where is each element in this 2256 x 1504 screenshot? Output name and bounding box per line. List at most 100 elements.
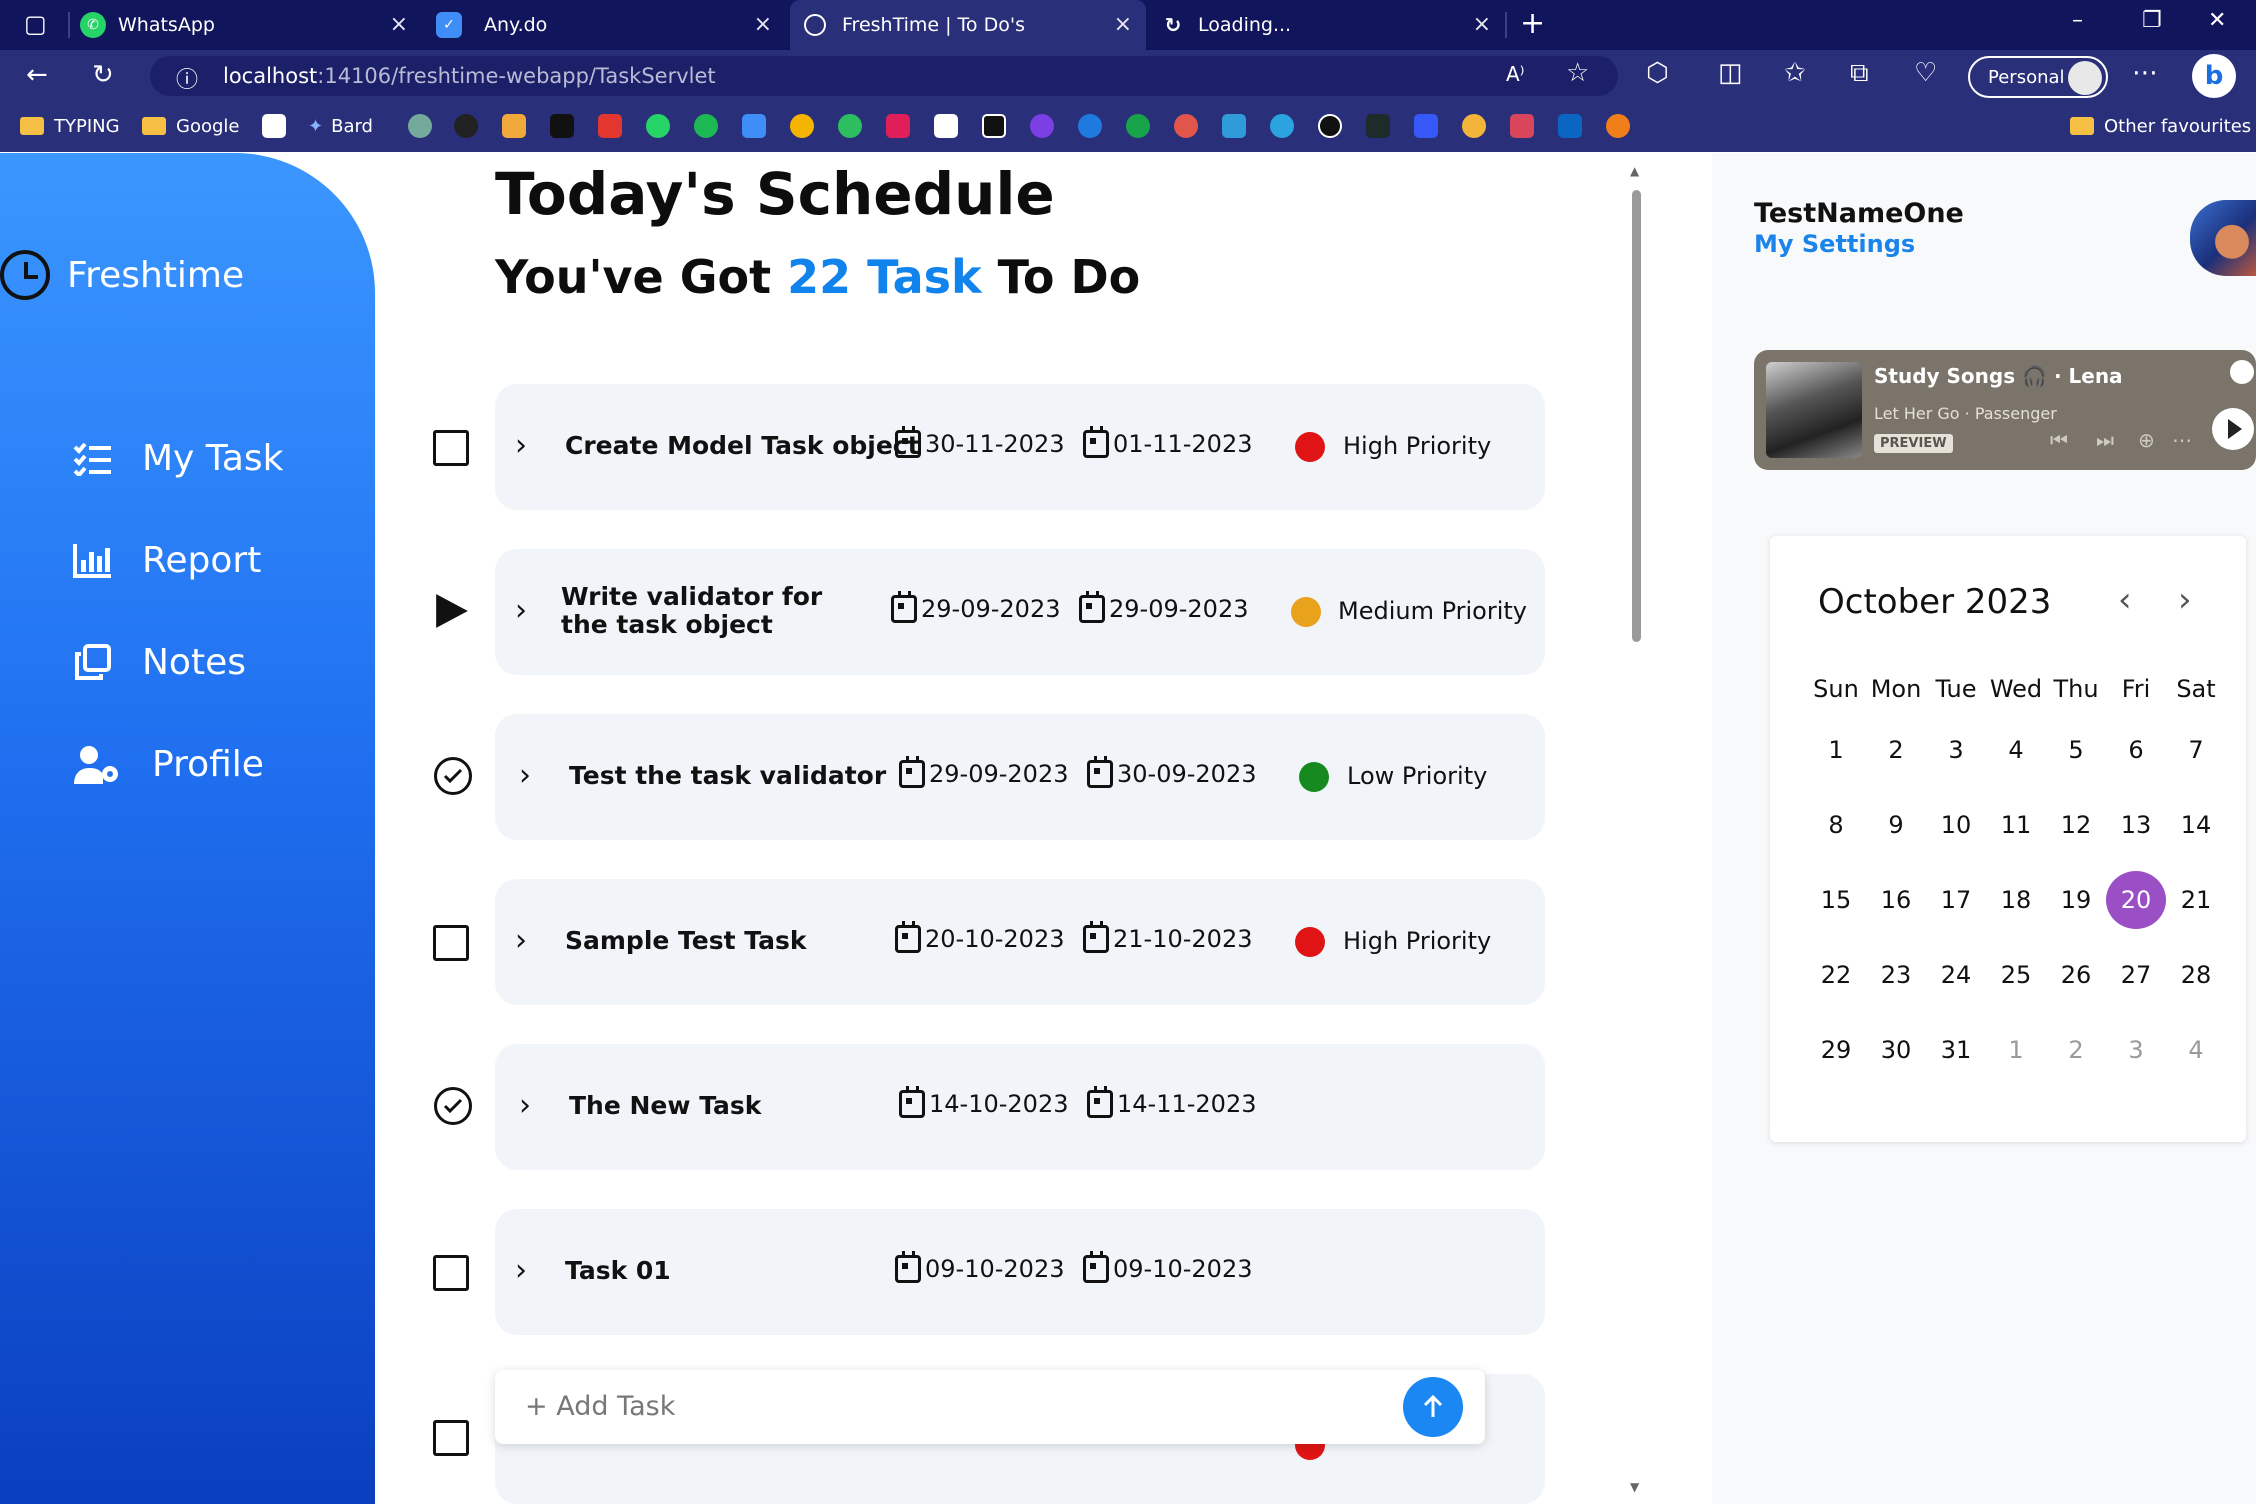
url-text[interactable]: localhost:14106/freshtime-webapp/TaskSer…: [223, 64, 716, 88]
calendar-day[interactable]: 23: [1866, 946, 1926, 1004]
bookmark-other-favourites[interactable]: Other favourites: [2070, 112, 2251, 140]
chevron-right-icon[interactable]: ›: [515, 1253, 527, 1288]
sidebar-item-my-task[interactable]: My Task: [72, 438, 284, 479]
scrollbar-thumb[interactable]: [1632, 190, 1641, 642]
playlist-title[interactable]: Study Songs 🎧 · Lena: [1874, 364, 2123, 388]
calendar-day[interactable]: 9: [1866, 796, 1926, 854]
track-info[interactable]: Let Her Go · Passenger: [1874, 404, 2057, 423]
calendar-day[interactable]: 4: [1986, 721, 2046, 779]
sun-app-icon[interactable]: [1606, 114, 1630, 138]
notion-icon[interactable]: [934, 114, 958, 138]
close-icon[interactable]: ×: [390, 12, 408, 37]
calendar-day[interactable]: 15: [1806, 871, 1866, 929]
brand[interactable]: Freshtime: [0, 250, 244, 300]
calendar-day[interactable]: 28: [2166, 946, 2226, 1004]
task-card[interactable]: › Sample Test Task 20-10-2023 21-10-2023…: [495, 879, 1545, 1005]
copilot-icon[interactable]: b: [2192, 54, 2236, 98]
c-app-icon[interactable]: [1078, 114, 1102, 138]
chevron-right-icon[interactable]: ›: [519, 758, 531, 793]
calendar-day-next-month[interactable]: 1: [1986, 1021, 2046, 1079]
calendar-day-next-month[interactable]: 3: [2106, 1021, 2166, 1079]
main-scrollbar[interactable]: ▲ ▼: [1628, 160, 1644, 1504]
chevron-left-icon[interactable]: ‹: [2118, 580, 2132, 620]
next-track-icon[interactable]: ⏭: [2096, 428, 2114, 452]
calendar-day-next-month[interactable]: 2: [2046, 1021, 2106, 1079]
minimize-icon[interactable]: –: [2072, 8, 2083, 33]
calendar-day[interactable]: 29: [1806, 1021, 1866, 1079]
calendar-day[interactable]: 14: [2166, 796, 2226, 854]
extensions-icon[interactable]: ⬡: [1646, 58, 1669, 88]
calendar-bookmark-icon[interactable]: [262, 114, 286, 138]
telegram-icon[interactable]: [1270, 114, 1294, 138]
spotify-bookmark-icon[interactable]: [694, 114, 718, 138]
calendar-day-today[interactable]: 20: [2106, 870, 2166, 929]
emoji-app-icon[interactable]: [1462, 114, 1486, 138]
chevron-right-icon[interactable]: ›: [515, 923, 527, 958]
multi-color-app-icon[interactable]: [1510, 114, 1534, 138]
close-icon[interactable]: ×: [1114, 12, 1132, 37]
task-done-toggle[interactable]: [434, 757, 472, 795]
calendar-day[interactable]: 27: [2106, 946, 2166, 1004]
bookmark-google[interactable]: Google: [142, 112, 239, 140]
task-checkbox[interactable]: [433, 430, 469, 466]
linkedin-icon[interactable]: [1558, 114, 1582, 138]
calendar-day[interactable]: 10: [1926, 796, 1986, 854]
green-app-icon[interactable]: [1126, 114, 1150, 138]
calendar-day[interactable]: 22: [1806, 946, 1866, 1004]
calendar-day[interactable]: 3: [1926, 721, 1986, 779]
task-card[interactable]: › Create Model Task object 30-11-2023 01…: [495, 384, 1545, 510]
calendar-day[interactable]: 30: [1866, 1021, 1926, 1079]
new-tab-icon[interactable]: +: [1520, 6, 1545, 41]
add-task-input[interactable]: [525, 1386, 1325, 1426]
task-card[interactable]: › Task 01 09-10-2023 09-10-2023: [495, 1209, 1545, 1335]
site-info-icon[interactable]: ⓘ: [176, 62, 198, 94]
read-aloud-icon[interactable]: A⁾: [1506, 62, 1525, 86]
chevron-right-icon[interactable]: ›: [2178, 580, 2192, 620]
calendar-day[interactable]: 18: [1986, 871, 2046, 929]
tab-anydo[interactable]: ✓ Any.do ×: [436, 0, 786, 50]
calendar-day[interactable]: 17: [1926, 871, 1986, 929]
my-settings-link[interactable]: My Settings: [1754, 230, 1915, 258]
spotify-embed[interactable]: Study Songs 🎧 · Lena Let Her Go · Passen…: [1754, 350, 2256, 470]
calendar-day[interactable]: 26: [2046, 946, 2106, 1004]
calendar-day[interactable]: 5: [2046, 721, 2106, 779]
sidebar-item-profile[interactable]: Profile: [72, 744, 264, 785]
profile-button[interactable]: Personal: [1968, 56, 2108, 98]
flag-app-icon[interactable]: [1414, 114, 1438, 138]
hackerrank-icon[interactable]: [550, 114, 574, 138]
calendar-day-next-month[interactable]: 4: [2166, 1021, 2226, 1079]
calendar-day[interactable]: 16: [1866, 871, 1926, 929]
calendar-day[interactable]: 31: [1926, 1021, 1986, 1079]
whatsapp-bookmark-icon[interactable]: [646, 114, 670, 138]
pointer-app-icon[interactable]: [1366, 114, 1390, 138]
calendar-day[interactable]: 13: [2106, 796, 2166, 854]
bookmark-typing[interactable]: TYPING: [20, 112, 120, 140]
calendar-day[interactable]: 6: [2106, 721, 2166, 779]
favorites-icon[interactable]: ✩: [1784, 58, 1806, 88]
back-arrow-icon[interactable]: ←: [26, 60, 48, 90]
cloud-app-icon[interactable]: [1174, 114, 1198, 138]
calendar-day[interactable]: 25: [1986, 946, 2046, 1004]
task-checkbox[interactable]: [433, 1420, 469, 1456]
tab-freshtime[interactable]: FreshTime | To Do's ×: [790, 0, 1146, 50]
calendar-day[interactable]: 11: [1986, 796, 2046, 854]
task-card[interactable]: › The New Task 14-10-2023 14-11-2023: [495, 1044, 1545, 1170]
sidebar-item-notes[interactable]: Notes: [72, 642, 246, 683]
chevron-right-icon[interactable]: ›: [515, 593, 527, 628]
calendar-day[interactable]: 12: [2046, 796, 2106, 854]
task-checkbox[interactable]: [433, 925, 469, 961]
dark-app-icon[interactable]: [1318, 114, 1342, 138]
split-screen-icon[interactable]: ◫: [1718, 58, 1743, 88]
play-icon[interactable]: [433, 592, 471, 630]
calendar-day[interactable]: 1: [1806, 721, 1866, 779]
spotify-logo-icon[interactable]: [2230, 360, 2254, 384]
favorite-star-icon[interactable]: ☆: [1566, 58, 1589, 88]
slack-icon[interactable]: [886, 114, 910, 138]
close-icon[interactable]: ×: [754, 12, 772, 37]
refresh-icon[interactable]: ↻: [92, 60, 114, 90]
tab-whatsapp[interactable]: ✆ WhatsApp ×: [80, 0, 422, 50]
tab-loading[interactable]: ↻ Loading... ×: [1160, 0, 1505, 50]
task-checkbox[interactable]: [433, 1255, 469, 1291]
chevron-right-icon[interactable]: ›: [519, 1088, 531, 1123]
add-icon[interactable]: ⊕: [2138, 428, 2155, 452]
